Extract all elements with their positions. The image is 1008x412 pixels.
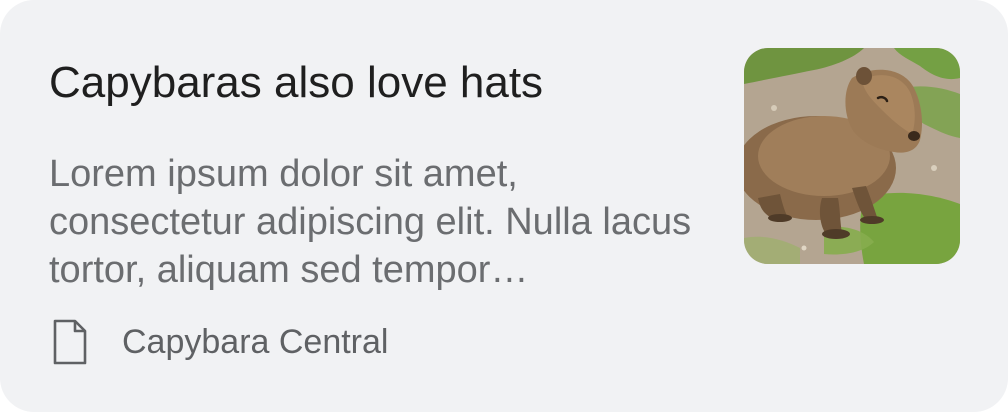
article-title[interactable]: Capybaras also love hats: [49, 56, 709, 110]
article-thumbnail[interactable]: [744, 48, 960, 264]
article-card[interactable]: Capybaras also love hats Lorem ipsum dol…: [0, 0, 1008, 412]
document-icon: [53, 319, 87, 365]
article-source: Capybara Central: [52, 318, 388, 366]
capybara-photo-image: [744, 48, 960, 264]
source-name: Capybara Central: [122, 323, 389, 361]
article-snippet: Lorem ipsum dolor sit amet, consectetur …: [49, 153, 692, 291]
